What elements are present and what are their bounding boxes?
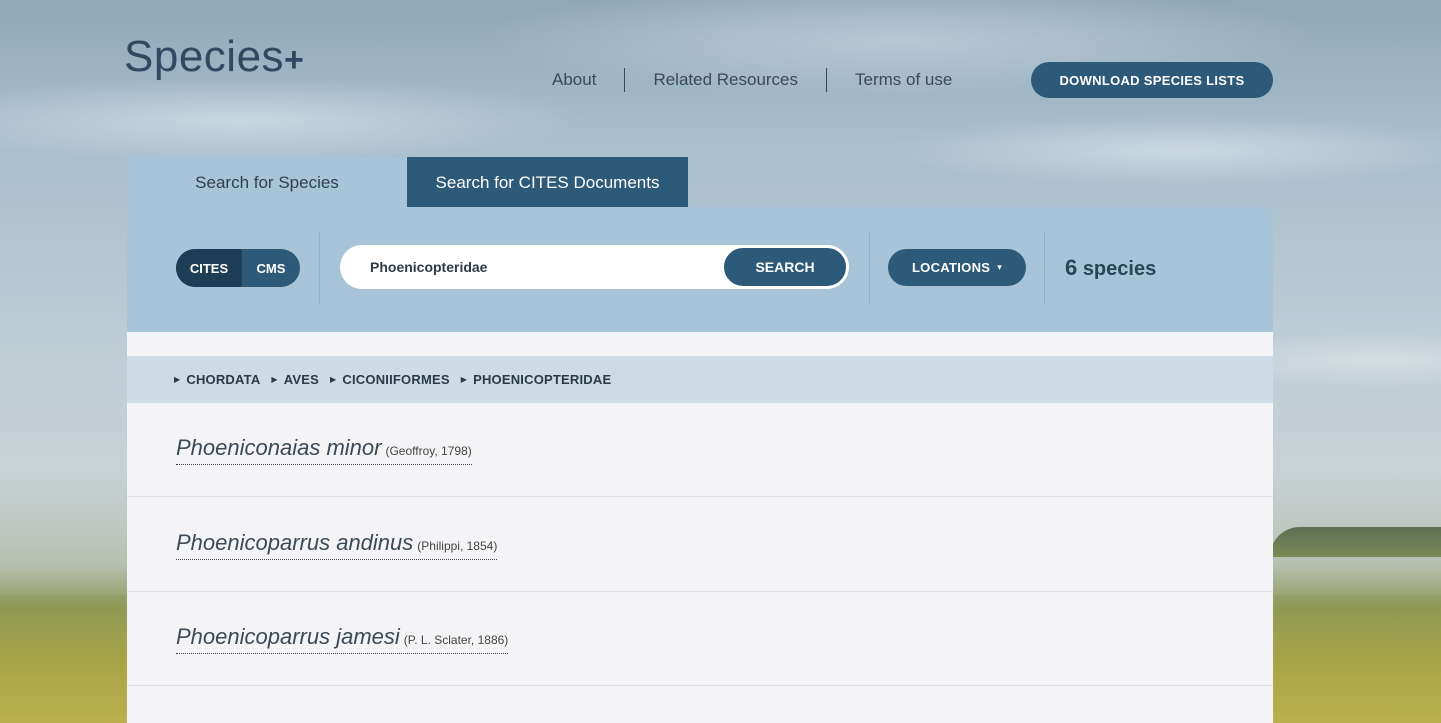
breadcrumb-label: PHOENICOPTERIDAE [473, 372, 612, 387]
triangle-right-icon: ▶ [271, 375, 278, 384]
species-name: Phoeniconaias minor [176, 434, 382, 460]
breadcrumb-label: AVES [283, 372, 320, 387]
list-item: Phoenicoparrus jamesi (P. L. Sclater, 188… [127, 592, 1273, 686]
top-nav: About Related Resources Terms of use [552, 62, 952, 98]
species-link[interactable]: Phoeniconaias minor (Geoffroy, 1798) [176, 435, 472, 465]
species-author: (P. L. Sclater, 1886) [403, 632, 509, 647]
triangle-right-icon: ▶ [330, 375, 337, 384]
results-panel: ▶ CHORDATA ▶ AVES ▶ CICONIIFORMES ▶ PHOENICO… [127, 332, 1273, 723]
toggle-cites-button[interactable]: CITES [176, 249, 242, 287]
nav-separator [826, 68, 828, 92]
panel-divider [319, 231, 320, 305]
nav-separator [624, 68, 626, 92]
nav-related-resources-link[interactable]: Related Resources [653, 70, 798, 90]
breadcrumb-label: CHORDATA [186, 372, 261, 387]
panel-divider [1044, 231, 1045, 305]
results-count: 6 species [1065, 255, 1156, 281]
breadcrumb-item-phoenicopteridae[interactable]: ▶ PHOENICOPTERIDAE [461, 372, 612, 387]
site-logo[interactable]: Species+ [124, 32, 304, 82]
taxonomy-toggle: CITES CMS [176, 249, 300, 287]
species-name: Phoenicoparrus jamesi [176, 623, 400, 649]
search-panel: CITES CMS SEARCH LOCATIONS ▾ 6 species [127, 207, 1273, 332]
species-author: (Philippi, 1854) [417, 538, 498, 553]
download-species-lists-button[interactable]: DOWNLOAD SPECIES LISTS [1031, 62, 1273, 98]
list-item: Phoenicoparrus andinus (Philippi, 1854) [127, 498, 1273, 592]
toggle-cms-button[interactable]: CMS [242, 249, 300, 287]
background-hill [1270, 527, 1441, 557]
results-count-label: species [1082, 258, 1157, 280]
species-link[interactable]: Phoenicoparrus jamesi (P. L. Sclater, 188… [176, 623, 509, 654]
list-item: Phoeniconaias minor (Geoffroy, 1798) [127, 403, 1273, 497]
nav-terms-link[interactable]: Terms of use [855, 70, 952, 90]
species-name: Phoenicoparrus andinus [176, 529, 414, 555]
locations-label: LOCATIONS [911, 260, 991, 275]
nav-about-link[interactable]: About [552, 70, 596, 90]
tab-search-cites-documents[interactable]: Search for CITES Documents [407, 157, 688, 208]
species-author: (Geoffroy, 1798) [385, 443, 472, 458]
breadcrumb-item-ciconiiformes[interactable]: ▶ CICONIIFORMES [330, 372, 450, 387]
panel-divider [869, 231, 870, 305]
breadcrumb-item-aves[interactable]: ▶ AVES [271, 372, 319, 387]
caret-down-icon: ▾ [997, 262, 1003, 272]
logo-plus: + [284, 41, 305, 79]
locations-dropdown-button[interactable]: LOCATIONS ▾ [888, 249, 1026, 286]
triangle-right-icon: ▶ [174, 375, 181, 384]
logo-text: Species [124, 32, 285, 81]
species-link[interactable]: Phoenicoparrus andinus (Philippi, 1854) [176, 529, 498, 560]
breadcrumb-item-chordata[interactable]: ▶ CHORDATA [174, 372, 260, 387]
triangle-right-icon: ▶ [460, 375, 468, 384]
tab-search-species[interactable]: Search for Species [127, 157, 407, 208]
results-count-number: 6 [1065, 255, 1078, 280]
search-button[interactable]: SEARCH [721, 245, 849, 289]
breadcrumb-label: CICONIIFORMES [342, 372, 450, 387]
taxonomy-breadcrumb: ▶ CHORDATA ▶ AVES ▶ CICONIIFORMES ▶ PHOENICO… [127, 356, 1273, 403]
